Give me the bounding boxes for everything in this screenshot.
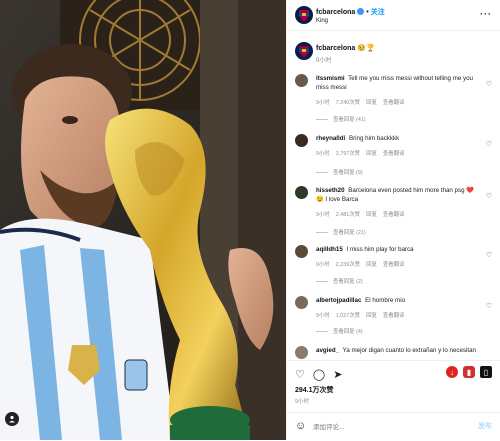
comment-text: albertojpadillac El hombre mio bbox=[316, 297, 478, 306]
translate-button[interactable]: 查看翻译 bbox=[383, 262, 405, 268]
comment-likes[interactable]: 2,239次赞 bbox=[336, 262, 360, 268]
comment-username[interactable]: albertojpadillac bbox=[316, 297, 361, 304]
action-bar: ♡ ◯ ➤ ↓ ▮ ▯ 294.1万次赞 9小时 bbox=[287, 360, 500, 411]
post-time: 9小时 bbox=[295, 399, 310, 405]
avatar[interactable] bbox=[295, 245, 308, 258]
avatar[interactable] bbox=[295, 74, 308, 87]
reply-button[interactable]: 回复 bbox=[366, 100, 377, 106]
avatar[interactable] bbox=[295, 42, 313, 60]
comment-text: itssmismi Tell me you miss messi without… bbox=[316, 75, 478, 93]
comment-likes[interactable]: 3,797次赞 bbox=[336, 151, 360, 157]
heart-icon[interactable]: ♡ bbox=[486, 302, 492, 310]
heart-icon[interactable]: ♡ bbox=[486, 140, 492, 148]
action-icons-right: ↓ ▮ ▯ bbox=[446, 366, 492, 378]
post-header: fcbarcelona • 关注 King ··· bbox=[287, 0, 500, 31]
post-button[interactable]: 发布 bbox=[478, 421, 492, 431]
comment-likes[interactable]: 1,027次赞 bbox=[336, 313, 360, 319]
header-subtitle: King bbox=[316, 18, 329, 24]
view-replies-button[interactable]: 查看回复 (4) bbox=[316, 327, 363, 335]
comment-body: Bring him backkkk bbox=[348, 135, 400, 142]
reply-button[interactable]: 回复 bbox=[366, 151, 377, 157]
header-username[interactable]: fcbarcelona bbox=[316, 9, 355, 16]
avatar[interactable] bbox=[295, 346, 308, 359]
fcb-crest-icon bbox=[299, 10, 309, 22]
comment-username[interactable]: rheynalldi bbox=[316, 135, 345, 142]
reply-button[interactable]: 回复 bbox=[366, 262, 377, 268]
translate-button[interactable]: 查看翻译 bbox=[383, 100, 405, 106]
comment-meta: 9小时 1,027次赞 回复 查看翻译 bbox=[316, 311, 410, 319]
caption-line: fcbarcelona 🥹🏆 bbox=[316, 44, 375, 52]
comment-input[interactable] bbox=[313, 421, 463, 433]
tagged-user-button[interactable] bbox=[5, 412, 19, 426]
heart-icon[interactable]: ♡ bbox=[486, 251, 492, 259]
separator: • bbox=[366, 9, 369, 16]
reply-button[interactable]: 回复 bbox=[366, 313, 377, 319]
verified-icon bbox=[357, 7, 365, 15]
caption-emojis: 🥹🏆 bbox=[357, 45, 375, 52]
header-line: fcbarcelona • 关注 bbox=[316, 7, 385, 17]
comment-body: Ya mejor digan cuanto lo extrañan y lo n… bbox=[342, 347, 476, 354]
heart-icon[interactable]: ♡ bbox=[486, 192, 492, 200]
action-icons: ♡ ◯ ➤ bbox=[295, 368, 342, 381]
comment-username[interactable]: aqilldh15 bbox=[316, 246, 343, 253]
avatar[interactable] bbox=[295, 186, 308, 199]
avatar[interactable] bbox=[295, 134, 308, 147]
more-icon[interactable]: ··· bbox=[480, 9, 492, 19]
post-image[interactable] bbox=[0, 0, 286, 440]
post-caption: fcbarcelona 🥹🏆 9小时 bbox=[287, 36, 500, 66]
view-replies-button[interactable]: 查看回复 (21) bbox=[316, 228, 366, 236]
caption-username[interactable]: fcbarcelona bbox=[316, 45, 355, 52]
person-icon bbox=[9, 415, 15, 423]
comment-time: 9小时 bbox=[316, 212, 330, 218]
comment-time: 9小时 bbox=[316, 313, 330, 319]
comment-icon[interactable]: ◯ bbox=[313, 368, 325, 381]
comment-meta: 9小时 2,481次赞 回复 查看翻译 bbox=[316, 210, 410, 218]
comment-meta: 9小时 7,240次赞 回复 查看翻译 bbox=[316, 98, 410, 106]
avatar[interactable] bbox=[295, 6, 313, 24]
comment-time: 9小时 bbox=[316, 262, 330, 268]
caption-time: 9小时 bbox=[316, 58, 332, 64]
comment-text: hisseth20 Barcelona even posted him more… bbox=[316, 187, 478, 205]
fcb-crest-icon bbox=[299, 46, 309, 58]
comment-text: rheynalldi Bring him backkkk bbox=[316, 135, 478, 144]
download-icon[interactable]: ↓ bbox=[446, 366, 458, 378]
post-photo bbox=[0, 0, 286, 440]
comment-likes[interactable]: 7,240次赞 bbox=[336, 100, 360, 106]
comment-meta: 9小时 3,797次赞 回复 查看翻译 bbox=[316, 149, 410, 157]
comment-text: avgied_ Ya mejor digan cuanto lo extraña… bbox=[316, 347, 478, 356]
emoji-icon[interactable]: ☺ bbox=[295, 420, 306, 432]
likes-count[interactable]: 294.1万次赞 bbox=[295, 385, 334, 395]
reply-button[interactable]: 回复 bbox=[366, 212, 377, 218]
view-replies-button[interactable]: 查看回复 (41) bbox=[316, 115, 366, 123]
heart-icon[interactable]: ♡ bbox=[486, 80, 492, 88]
view-replies-button[interactable]: 查看回复 (9) bbox=[316, 168, 363, 176]
comment-likes[interactable]: 2,481次赞 bbox=[336, 212, 360, 218]
comment-body: I miss him play for barca bbox=[346, 246, 414, 253]
comment-meta: 9小时 2,239次赞 回复 查看翻译 bbox=[316, 260, 410, 268]
view-replies-button[interactable]: 查看回复 (2) bbox=[316, 277, 363, 285]
translate-button[interactable]: 查看翻译 bbox=[383, 151, 405, 157]
post-details-panel: fcbarcelona • 关注 King ··· fcbarcelona 🥹🏆 9… bbox=[286, 0, 500, 440]
add-comment-bar: ☺ 发布 bbox=[287, 412, 500, 441]
comment-text: aqilldh15 I miss him play for barca bbox=[316, 246, 478, 255]
comment-username[interactable]: avgied_ bbox=[316, 347, 339, 354]
follow-button[interactable]: 关注 bbox=[371, 9, 385, 16]
translate-button[interactable]: 查看翻译 bbox=[383, 212, 405, 218]
translate-button[interactable]: 查看翻译 bbox=[383, 313, 405, 319]
save-extension-icon[interactable]: ▮ bbox=[463, 366, 475, 378]
share-icon[interactable]: ➤ bbox=[333, 368, 342, 381]
comment-username[interactable]: itssmismi bbox=[316, 75, 345, 82]
comment-time: 9小时 bbox=[316, 151, 330, 157]
post-viewer: fcbarcelona • 关注 King ··· fcbarcelona 🥹🏆 9… bbox=[0, 0, 500, 440]
comment-time: 9小时 bbox=[316, 100, 330, 106]
comment-body: El hombre mio bbox=[365, 297, 406, 304]
bookmark-icon[interactable]: ▯ bbox=[480, 366, 492, 378]
heart-icon[interactable]: ♡ bbox=[295, 368, 305, 381]
avatar[interactable] bbox=[295, 296, 308, 309]
comment-username[interactable]: hisseth20 bbox=[316, 187, 345, 194]
